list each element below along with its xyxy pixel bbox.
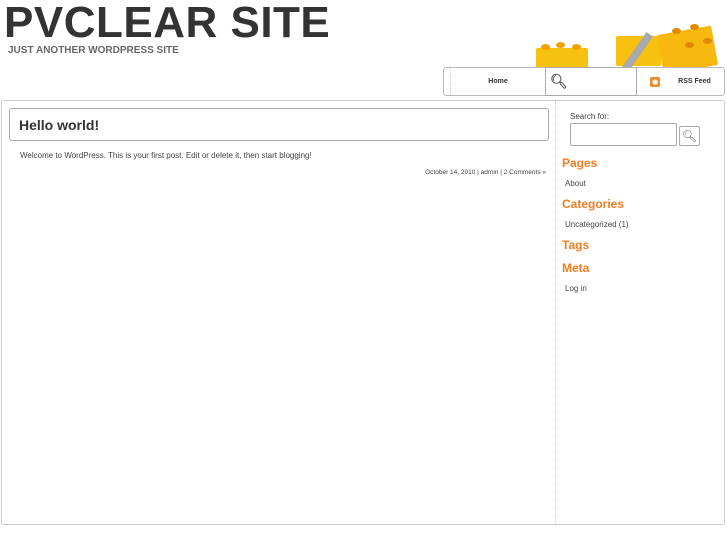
widget-title-meta: Meta [562, 261, 590, 275]
meta-link-login[interactable]: Log in [565, 284, 587, 293]
sidebar-search-button[interactable]: 🔍︎ [679, 126, 700, 146]
post-date: October 14, 2010 [425, 169, 476, 176]
post-title[interactable]: Hello world! [9, 108, 549, 141]
top-nav: Home 🔍︎ ◉ RSS Feed [443, 67, 725, 96]
nav-search-box[interactable]: 🔍︎ [545, 67, 637, 96]
post-body: Welcome to WordPress. This is your first… [20, 151, 312, 160]
separator: | [477, 169, 479, 176]
rss-label: RSS Feed [678, 78, 711, 85]
main-container: Hello world! Welcome to WordPress. This … [1, 100, 725, 525]
nav-rss-feed[interactable]: ◉ RSS Feed [637, 68, 724, 95]
nav-home[interactable]: Home [450, 68, 545, 95]
post-comments-link[interactable]: 2 Comments » [504, 169, 546, 176]
sidebar-search-input[interactable] [570, 123, 677, 146]
site-title[interactable]: PVCLEAR SITE [4, 0, 330, 48]
category-link[interactable]: Uncategorized (1) [565, 220, 629, 229]
post-author[interactable]: admin [481, 169, 499, 176]
search-icon: 🔍︎ [550, 73, 568, 89]
search-icon: 🔍︎ [681, 129, 698, 143]
content-area: Hello world! Welcome to WordPress. This … [2, 101, 556, 524]
separator: | [500, 169, 502, 176]
widget-title-categories: Categories [562, 197, 625, 211]
widget-title-pages: Pages [562, 156, 598, 170]
rss-icon: ◉ [650, 76, 661, 87]
site-tagline: JUST ANOTHER WORDPRESS SITE [8, 45, 179, 56]
search-label: Search for: [570, 112, 610, 121]
post-meta: October 14, 2010 | admin | 2 Comments » [425, 169, 546, 176]
widget-title-tags: Tags [562, 238, 590, 252]
page-link-about[interactable]: About [565, 179, 586, 188]
